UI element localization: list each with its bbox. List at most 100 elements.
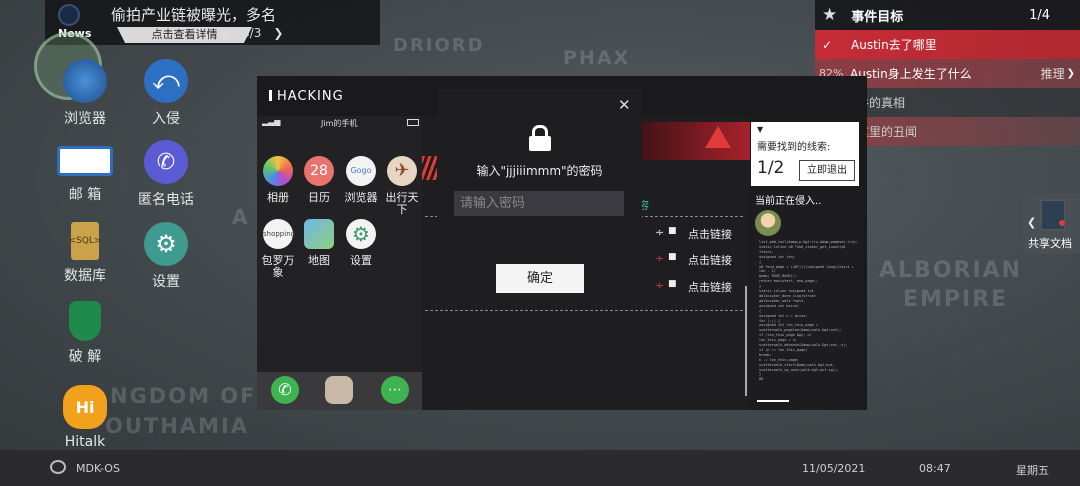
messages-icon[interactable]: ⋯ [381,376,409,404]
lock-icon [529,125,551,151]
news-ticker: 偷拍产业链被曝光，多名 News 点击查看详情 ❮ 3/3 ❯ [45,0,380,45]
lock-icon: ■ [668,279,677,289]
phone-owner-name: Jim的手机 [321,119,358,128]
hitalk-icon: Hi [63,385,107,429]
phone-app-browser[interactable]: Gogo 浏览器 [341,156,381,204]
wifi-icon: ∻ [655,226,665,239]
objective-text: Austin身上发生了什么 [850,67,972,81]
news-logo-icon [58,4,80,26]
chevron-right-icon[interactable]: ❯ [273,26,283,40]
exit-now-button[interactable]: 立即退出 [799,160,855,181]
phone-icon: ✆ [144,140,188,184]
map-region-label: PHAX [563,47,631,69]
taskbar: MDK-OS 11/05/2021 08:47 星期五 [0,450,1080,486]
objective-item[interactable]: ✓ Austin去了哪里 [815,30,1080,59]
desktop-browser[interactable]: 浏览器 [45,59,125,128]
phone-app-travel[interactable]: ✈ 出行天下 [382,156,422,216]
shopping-icon: shopping [263,219,295,249]
phone-app-settings[interactable]: ⚙ 设置 [341,219,381,267]
desktop-settings[interactable]: ⚙ 设置 [126,222,206,291]
gear-icon: ⚙ [346,219,376,249]
map-region-label: ALBORIAN [879,258,1023,283]
desktop-mail[interactable]: 邮 箱 [45,140,125,204]
row-link[interactable]: 点击链接 [688,252,732,268]
objectives-count: 1/4 [1029,7,1050,23]
phone-app-calendar[interactable]: 28 日历 [299,156,339,204]
phone-app-map[interactable]: 地图 [299,219,339,267]
deduce-link[interactable]: 推理 [1041,65,1065,82]
hacker-avatar [755,210,781,236]
shield-key-icon [69,301,101,341]
map-region-label: NGDOM OF [110,384,257,408]
divider [425,310,743,311]
scrollbar[interactable] [745,286,747,396]
password-input[interactable] [454,191,624,216]
hook-icon: ⤺ [144,59,188,103]
desktop-label: 数据库 [64,268,106,284]
lock-icon: ■ [668,252,677,262]
taskbar-time: 08:47 [919,462,951,475]
shared-docs-label: 共享文档 [1028,237,1072,250]
taskbar-date: 11/05/2021 [802,462,866,475]
browser-icon [63,59,107,103]
gear-icon: ⚙ [144,222,188,266]
chevron-left-icon: ❮ [1027,216,1037,229]
objective-text: Austin去了哪里 [851,38,937,52]
intrusion-code: list_add_tail(&amp;p-&gt;lru,&amp;pageve… [759,240,859,382]
chevron-left-icon[interactable]: ❮ [220,26,230,40]
notification-dot [1059,220,1065,226]
os-name: MDK-OS [76,462,120,475]
news-headline: 偷拍产业链被曝光，多名 [111,6,277,24]
desktop-invade[interactable]: ⤺ 入侵 [126,59,206,128]
clues-title: 需要找到的线索: [757,142,831,153]
map-region-label: OUTHAMIA [105,414,250,438]
alert-banner [632,122,750,160]
news-pager: ❮ 3/3 ❯ [220,26,283,40]
mail-icon [57,146,113,176]
contacts-icon[interactable] [325,376,353,404]
desktop-label: 浏览器 [64,111,106,127]
target-phone-screen: ▂▃▅ Jim的手机 相册 28 日历 Gogo 浏览器 ✈ 出行天下 shop… [257,116,422,410]
row-link[interactable]: 点击链接 [688,226,732,242]
desktop-hitalk[interactable]: Hi Hitalk [45,385,125,450]
phone-dock: ✆ ⋯ [257,372,422,410]
news-page-indicator: 3/3 [242,26,262,40]
desktop-database[interactable]: <SQL> 数据库 [45,222,125,285]
star-icon: ★ [822,5,838,25]
desktop-label: 设置 [152,274,180,290]
phone-app-shopping[interactable]: shopping 包罗万象 [258,219,298,279]
collapse-icon[interactable]: ▼ [757,125,763,134]
checkmark-icon: ✓ [822,37,833,52]
app-label: 相册 [267,191,289,204]
hacking-title: HACKING [269,89,344,104]
row-link[interactable]: 点击链接 [688,279,732,295]
desktop-crack[interactable]: 破 解 [45,301,125,366]
desktop-label: 匿名电话 [138,192,194,208]
map-icon [304,219,334,249]
progress-bar [757,400,789,402]
app-label: 出行天下 [385,191,419,216]
phone-status-bar: ▂▃▅ Jim的手机 [257,116,422,130]
os-logo-icon[interactable] [50,460,66,474]
clues-panel: ▼ 需要找到的线索: 1/2 立即退出 [751,122,859,186]
app-label: 日历 [308,191,330,204]
battery-icon [407,119,419,126]
phone-call-icon[interactable]: ✆ [271,376,299,404]
calendar-icon: 28 [304,156,334,186]
warning-icon [705,126,731,148]
photos-icon [263,156,293,186]
close-icon[interactable]: ✕ [618,96,631,114]
intrusion-log: 当前正在侵入.. list_add_tail(&amp;p-&gt;lru,&a… [751,186,864,410]
signal-icon: ▂▃▅ [262,117,281,126]
red-stripe-left [422,156,438,180]
map-region-label: DRIORD [393,35,485,56]
desktop-anon-phone[interactable]: ✆ 匿名电话 [126,140,206,209]
desktop-label: 邮 箱 [68,187,102,203]
plane-icon: ✈ [387,156,417,186]
phone-app-photos[interactable]: 相册 [258,156,298,204]
confirm-button[interactable]: 确定 [496,264,584,293]
password-prompt: 输入"jjjiiimmm"的密码 [476,164,603,178]
shared-docs-tab[interactable]: ❮ 共享文档 [1023,194,1080,254]
desktop-label: Hitalk [64,434,106,450]
chevron-right-icon: ❯ [1066,68,1075,79]
